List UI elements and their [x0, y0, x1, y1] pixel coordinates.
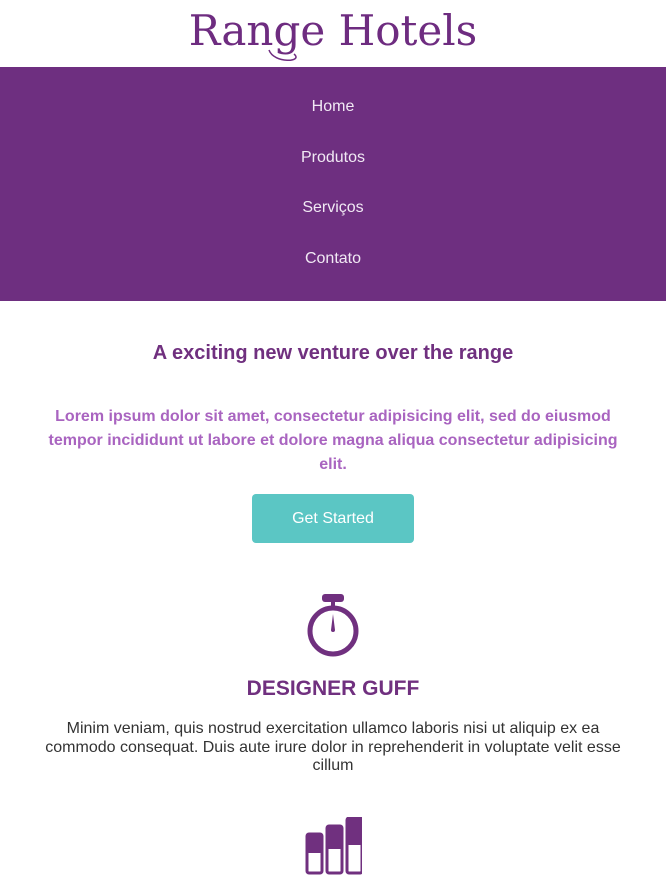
page: Range Hotels Home Produtos Serviços Cont…	[0, 0, 666, 887]
feature-designer-guff: DESIGNER GUFF Minim veniam, quis nostrud…	[0, 592, 666, 776]
hero-text: Lorem ipsum dolor sit amet, consectetur …	[48, 408, 618, 473]
logo-text: Range Hotels	[188, 5, 478, 55]
nav-item-servicos: Serviços	[0, 183, 666, 234]
bar-levels-icon	[305, 816, 362, 874]
site-header: Range Hotels	[0, 0, 666, 67]
get-started-button[interactable]: Get Started	[252, 494, 414, 543]
nav-link-servicos[interactable]: Serviços	[302, 199, 363, 217]
site-logo[interactable]: Range Hotels	[189, 9, 477, 61]
nav-link-produtos[interactable]: Produtos	[301, 149, 365, 167]
nav-link-contato[interactable]: Contato	[305, 250, 361, 268]
hero-section: A exciting new venture over the range Lo…	[0, 301, 666, 543]
nav-item-home: Home	[0, 67, 666, 133]
feature-text: Minim veniam, quis nostrud exercitation …	[45, 720, 621, 774]
hero-title: A exciting new venture over the range	[152, 342, 514, 364]
main-nav: Home Produtos Serviços Contato	[0, 67, 666, 301]
feature-title: DESIGNER GUFF	[246, 677, 420, 700]
stopwatch-icon	[307, 594, 359, 657]
nav-item-produtos: Produtos	[0, 133, 666, 184]
nav-link-home[interactable]: Home	[312, 98, 355, 116]
feature-second	[0, 816, 666, 875]
nav-item-contato: Contato	[0, 234, 666, 285]
